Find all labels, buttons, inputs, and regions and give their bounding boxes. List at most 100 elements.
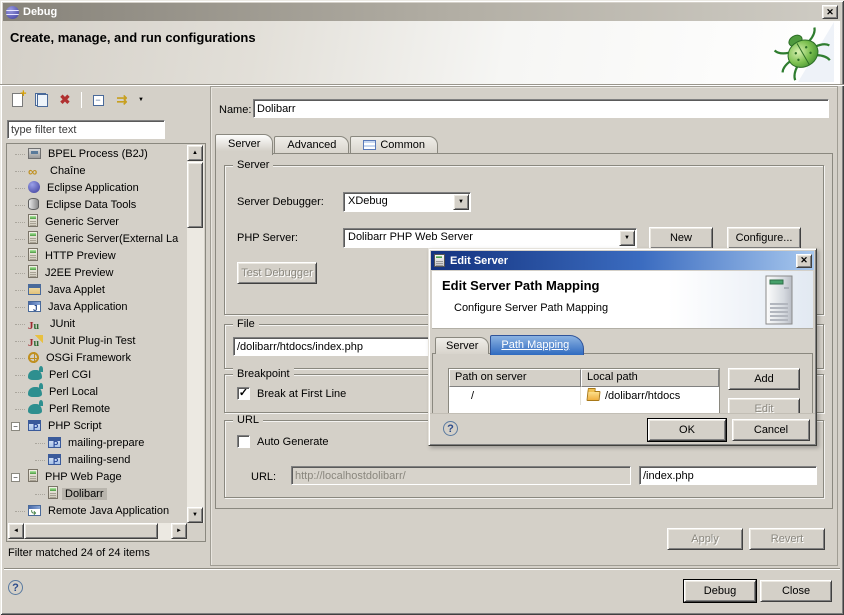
column-local-path[interactable]: Local path xyxy=(581,369,719,387)
tree-item[interactable]: − Chaîne xyxy=(8,163,187,180)
tree-item[interactable]: − Generic Server(External La xyxy=(8,231,187,248)
expander-icon[interactable]: − xyxy=(11,473,20,482)
dialog-button-bar: ? OK Cancel xyxy=(430,413,815,444)
database-icon xyxy=(28,198,39,210)
tree-item[interactable]: − JUnit xyxy=(8,316,187,333)
break-at-first-line-checkbox[interactable]: ✓ xyxy=(237,387,250,400)
dialog-title: Edit Server xyxy=(450,255,508,267)
chevron-down-icon[interactable]: ▼ xyxy=(453,194,469,210)
server-debugger-select[interactable]: XDebug ▼ xyxy=(343,192,471,212)
junit-plugin-icon xyxy=(28,335,43,348)
tree-item[interactable]: − mailing-prepare xyxy=(8,435,187,452)
tree-item[interactable]: − Eclipse Application xyxy=(8,180,187,197)
tree-item[interactable]: − Perl Local xyxy=(8,384,187,401)
scroll-left-button[interactable]: ◄ xyxy=(8,523,24,539)
chevron-down-icon[interactable]: ▼ xyxy=(619,230,635,246)
banner-heading: Create, manage, and run configurations xyxy=(10,30,256,45)
tree-item[interactable]: − Remote Java Application xyxy=(8,503,187,520)
filter-menu-button[interactable]: ▼ xyxy=(135,90,147,110)
url-path-input[interactable] xyxy=(639,466,817,485)
horizontal-scroll-thumb[interactable] xyxy=(24,523,158,539)
tree-item[interactable]: − BPEL Process (B2J) xyxy=(8,146,187,163)
server-icon xyxy=(28,231,38,244)
php-server-select[interactable]: Dolibarr PHP Web Server ▼ xyxy=(343,228,637,248)
url-base-input xyxy=(291,466,631,485)
tree-item[interactable]: − OSGi Framework xyxy=(8,350,187,367)
column-path-on-server[interactable]: Path on server xyxy=(449,369,581,387)
delete-configuration-button[interactable]: ✖ xyxy=(54,90,76,110)
path-mapping-row[interactable]: / /dolibarr/htdocs xyxy=(449,387,719,405)
revert-button[interactable]: Revert xyxy=(749,528,825,550)
test-debugger-button[interactable]: Test Debugger xyxy=(237,262,317,284)
tab-common[interactable]: Common xyxy=(350,136,438,154)
table-body: / /dolibarr/htdocs xyxy=(449,387,719,405)
dialog-help-button[interactable]: ? xyxy=(443,421,458,436)
dialog-header: Edit Server Path Mapping Configure Serve… xyxy=(432,271,813,329)
break-at-first-line-label: Break at First Line xyxy=(257,388,346,400)
tree-item[interactable]: − Dolibarr xyxy=(8,486,187,503)
name-input[interactable] xyxy=(253,99,829,118)
apply-button[interactable]: Apply xyxy=(667,528,743,550)
tree-item[interactable]: − HTTP Preview xyxy=(8,248,187,265)
scroll-right-button[interactable]: ► xyxy=(171,523,187,539)
server-icon xyxy=(28,214,38,227)
ok-button[interactable]: OK xyxy=(648,419,726,441)
tree-item[interactable]: − Eclipse Data Tools xyxy=(8,197,187,214)
tree-item[interactable]: − Java Applet xyxy=(8,282,187,299)
table-icon xyxy=(363,140,376,150)
auto-generate-label: Auto Generate xyxy=(257,436,329,448)
collapse-all-button[interactable]: − xyxy=(87,90,109,110)
delete-icon: ✖ xyxy=(60,92,71,108)
dialog-tab-server[interactable]: Server xyxy=(435,337,489,354)
expander-icon[interactable]: − xyxy=(11,422,20,431)
new-configuration-button[interactable] xyxy=(6,90,28,110)
new-server-button[interactable]: New xyxy=(649,227,713,249)
tree-item[interactable]: − PHP Script xyxy=(8,418,187,435)
scroll-up-button[interactable]: ▲ xyxy=(187,145,203,161)
tree-vertical-scrollbar[interactable]: ▲ ▼ xyxy=(187,145,204,523)
perl-icon xyxy=(28,404,42,414)
add-mapping-button[interactable]: Add xyxy=(728,368,800,390)
dialog-close-button[interactable]: ✕ xyxy=(796,254,812,268)
edit-server-dialog: Edit Server ✕ Edit Server Path Mapping C… xyxy=(428,248,817,446)
server-tower-icon xyxy=(759,273,799,327)
filter-icon: ⇉ xyxy=(117,92,128,108)
java-app-icon xyxy=(28,301,41,312)
php-server-label: PHP Server: xyxy=(237,232,298,244)
window-titlebar[interactable]: Debug ✕ xyxy=(3,3,841,21)
duplicate-configuration-button[interactable] xyxy=(30,90,52,110)
perl-icon xyxy=(28,370,42,380)
tree-horizontal-scrollbar[interactable]: ◄ ► xyxy=(8,523,187,540)
configurations-tree-panel: − BPEL Process (B2J) − Chaîne − Eclipse … xyxy=(6,143,206,542)
scroll-down-button[interactable]: ▼ xyxy=(187,507,203,523)
vertical-scroll-thumb[interactable] xyxy=(187,162,203,228)
dialog-titlebar[interactable]: Edit Server ✕ xyxy=(431,251,814,270)
cancel-button[interactable]: Cancel xyxy=(732,419,810,441)
help-button[interactable]: ? xyxy=(8,580,23,595)
dialog-tab-path-mapping[interactable]: Path Mapping xyxy=(490,335,584,355)
tree-item[interactable]: − PHP Web Page xyxy=(8,469,187,486)
filter-button[interactable]: ⇉ xyxy=(111,90,133,110)
tree-item[interactable]: − JUnit Plug-in Test xyxy=(8,333,187,350)
collapse-all-icon: − xyxy=(93,95,104,106)
tree-item[interactable]: − mailing-send xyxy=(8,452,187,469)
close-button[interactable]: Close xyxy=(760,580,832,602)
filter-input[interactable] xyxy=(7,120,165,139)
tree-item[interactable]: − Perl Remote xyxy=(8,401,187,418)
toolbar-separator xyxy=(81,92,82,108)
chain-icon xyxy=(28,165,43,178)
tab-advanced[interactable]: Advanced xyxy=(274,136,349,154)
tab-server[interactable]: Server xyxy=(215,134,273,155)
tree-item[interactable]: − Java Application xyxy=(8,299,187,316)
auto-generate-checkbox[interactable] xyxy=(237,435,250,448)
window-close-button[interactable]: ✕ xyxy=(822,5,838,19)
tree-item[interactable]: − J2EE Preview xyxy=(8,265,187,282)
debug-button[interactable]: Debug xyxy=(684,580,756,602)
eclipse-app-icon xyxy=(28,181,40,193)
tree-item[interactable]: − Generic Server xyxy=(8,214,187,231)
php-web-icon xyxy=(28,469,38,482)
dialog-tabs: Server Path Mapping xyxy=(432,334,585,354)
configure-server-button[interactable]: Configure... xyxy=(727,227,801,249)
tree-item[interactable]: − Perl CGI xyxy=(8,367,187,384)
server-icon xyxy=(28,248,38,261)
